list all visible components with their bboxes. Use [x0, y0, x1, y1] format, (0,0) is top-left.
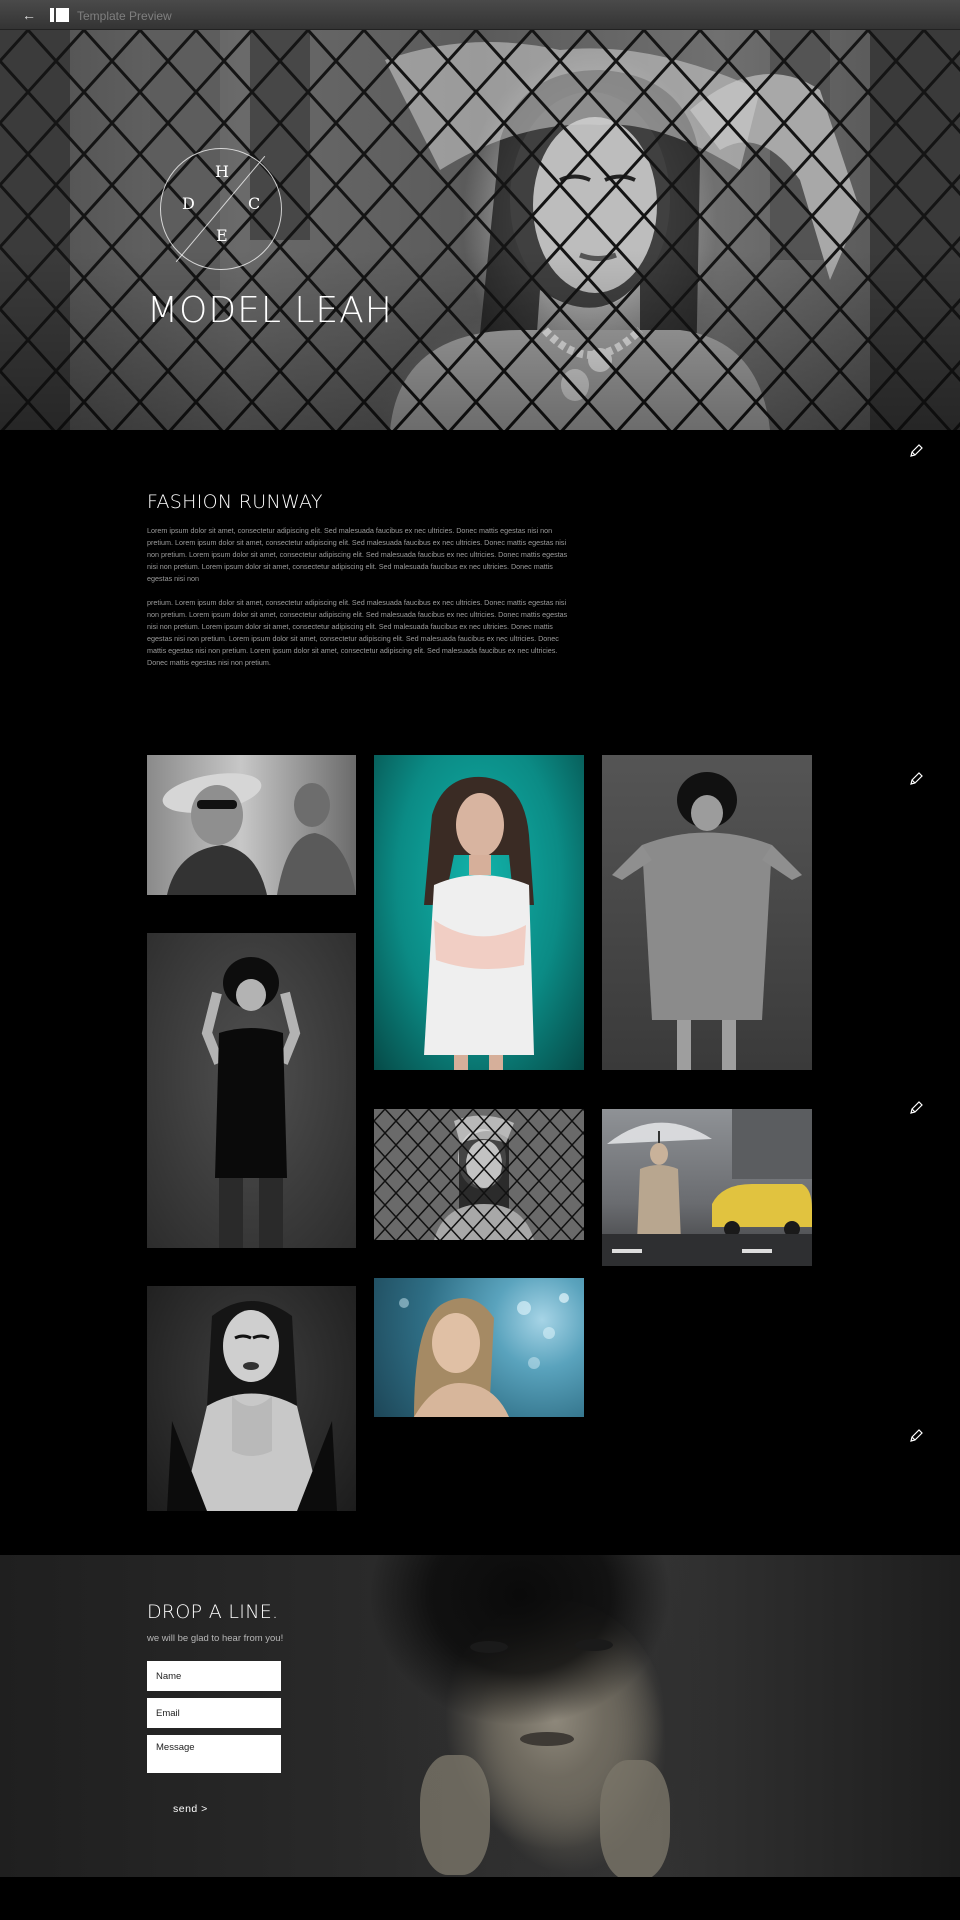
monogram-letter-left: D	[182, 194, 195, 213]
gallery-photo[interactable]	[374, 755, 584, 1070]
monogram-letter-top: H	[215, 162, 229, 181]
pencil-icon[interactable]	[908, 771, 924, 787]
section-title: FASHION RUNWAY	[147, 491, 323, 513]
name-field[interactable]	[147, 1661, 281, 1691]
message-field[interactable]	[147, 1735, 281, 1773]
page-footer	[0, 1877, 960, 1920]
gallery-photo[interactable]	[147, 1286, 356, 1511]
hero-banner: H D C E MODEL LEAH	[0, 30, 960, 430]
gallery-photo[interactable]	[147, 933, 356, 1248]
template-logo-icon	[50, 8, 70, 22]
gallery-photo[interactable]	[374, 1278, 584, 1417]
hero-title: MODEL LEAH	[147, 290, 393, 331]
about-paragraph: pretium. Lorem ipsum dolor sit amet, con…	[147, 598, 568, 667]
gallery-photo[interactable]	[602, 1109, 812, 1266]
pencil-icon[interactable]	[908, 1428, 924, 1444]
monogram-logo: H D C E	[160, 148, 282, 270]
send-button[interactable]: send >	[173, 1803, 208, 1815]
pencil-icon[interactable]	[908, 1100, 924, 1116]
back-arrow-icon[interactable]: ←	[22, 7, 36, 23]
monogram-letter-right: C	[248, 194, 261, 213]
email-field[interactable]	[147, 1698, 281, 1728]
topbar-title: Template Preview	[77, 9, 172, 23]
gallery-photo[interactable]	[374, 1109, 584, 1240]
contact-subtitle: we will be glad to hear from you!	[147, 1633, 284, 1644]
about-paragraph: Lorem ipsum dolor sit amet, consectetur …	[147, 526, 568, 583]
contact-title: DROP A LINE.	[147, 1601, 279, 1623]
contact-section	[0, 1555, 960, 1877]
editor-top-bar: ← Template Preview	[0, 0, 960, 30]
pencil-icon[interactable]	[908, 443, 924, 459]
gallery-photo[interactable]	[602, 755, 812, 1070]
monogram-letter-bottom: E	[216, 226, 228, 245]
gallery-photo[interactable]	[147, 755, 356, 895]
